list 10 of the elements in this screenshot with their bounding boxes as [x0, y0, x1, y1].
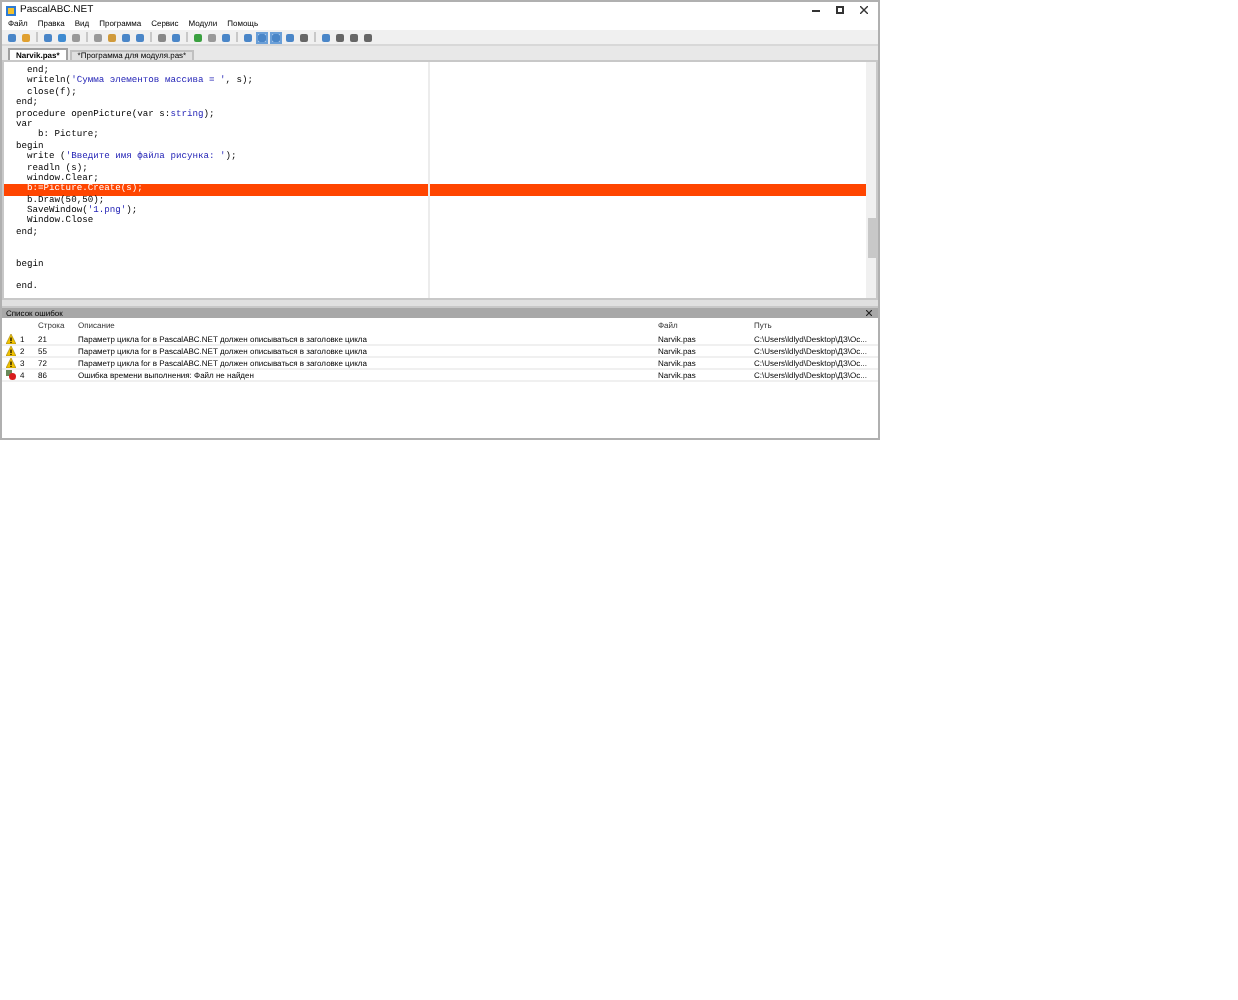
scroll-thumb[interactable] [868, 218, 876, 258]
app-icon [6, 5, 16, 15]
horizontal-scrollbar[interactable] [2, 300, 878, 308]
vertical-scrollbar[interactable] [866, 62, 876, 298]
close-icon[interactable] [866, 310, 872, 316]
minimize-icon[interactable] [812, 9, 820, 11]
restore-icon[interactable] [836, 6, 844, 14]
close-icon[interactable] [860, 6, 868, 14]
error-icon [6, 370, 16, 380]
code-editor[interactable] [2, 60, 878, 300]
